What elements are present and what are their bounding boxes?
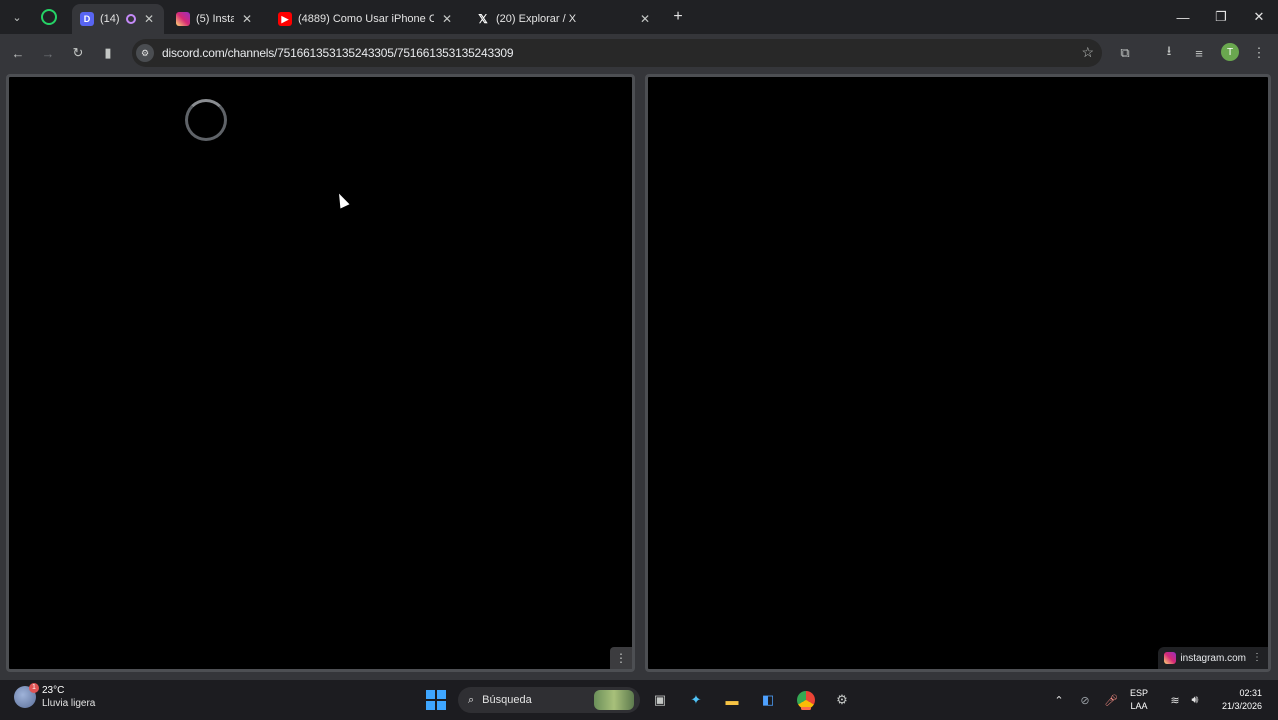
instagram-icon — [1164, 652, 1177, 664]
file-explorer-button[interactable]: ▬ — [720, 688, 744, 712]
speaker-icon: 🔊︎ — [1191, 693, 1199, 706]
tab-discord[interactable]: D (14) D ✕ — [72, 4, 164, 34]
close-window-button[interactable]: ✕ — [1240, 0, 1278, 34]
profile-avatar[interactable]: T — [1221, 43, 1239, 61]
close-tab-icon[interactable]: ✕ — [440, 12, 454, 26]
pane-origin-chip[interactable]: instagram.com ⋮ — [1158, 647, 1268, 669]
search-highlight-image — [594, 690, 634, 710]
arrow-left-icon: ← — [11, 45, 25, 61]
close-tab-icon[interactable]: ✕ — [142, 12, 156, 26]
reload-icon: ↻ — [72, 45, 84, 60]
puzzle-icon: ⧉ — [1120, 45, 1130, 60]
youtube-icon: ▶ — [278, 12, 292, 26]
x-icon: 𝕏 — [478, 12, 488, 26]
weather-widget[interactable]: 1 23°C Lluvia ligera — [14, 683, 96, 710]
rain-cloud-icon: 1 — [14, 683, 39, 708]
chevron-up-icon: ⌃ — [1054, 694, 1064, 707]
chrome-menu-button[interactable]: ⋮ — [1248, 42, 1270, 64]
browser-toolbar: ← → ↻ ▮ ⚙ discord.com/channels/751661353… — [0, 34, 1278, 72]
split-view-content: ⋮ instagram.com ⋮ — [0, 72, 1278, 680]
minimize-button[interactable]: — — [1164, 0, 1202, 34]
wifi-button[interactable]: ≋ — [1166, 680, 1184, 720]
mouse-cursor-icon — [334, 191, 350, 209]
microphone-button[interactable]: 🎤︎ — [1102, 680, 1120, 720]
windows-logo-icon — [426, 690, 446, 710]
app-button[interactable]: ◧ — [756, 688, 780, 712]
windows-taskbar: 1 23°C Lluvia ligera ⌕ Búsqueda ▣ ✦ ▬ ◧ … — [0, 680, 1278, 720]
system-clock[interactable]: 02:31 21/3/2026 — [1210, 687, 1262, 713]
pinned-tab-whatsapp[interactable] — [36, 6, 62, 28]
restore-button[interactable]: ❐ — [1202, 0, 1240, 34]
show-hidden-icons-button[interactable]: ⌃ — [1050, 680, 1068, 720]
settings-taskbar-button[interactable]: ⚙ — [830, 688, 854, 712]
arrow-right-icon: → — [41, 45, 55, 61]
folder-icon: ▬ — [725, 692, 739, 708]
tab-strip: ⌄ D (14) D ✕ (5) Instagram ✕ ▶ (4889) Co… — [0, 0, 1278, 34]
clock-time: 02:31 — [1239, 688, 1262, 698]
download-icon: ⭳ — [1166, 43, 1172, 58]
instagram-icon — [176, 12, 190, 26]
side-panel-icon: ▮ — [104, 45, 112, 60]
back-button[interactable]: ← — [7, 42, 29, 64]
tab-title: (4889) Como Usar iPhone Como — [298, 13, 434, 25]
media-controls-button[interactable]: ≡ — [1188, 42, 1210, 64]
weather-temp: 23°C — [42, 685, 65, 696]
url-text[interactable]: discord.com/channels/751661353135243305/… — [162, 46, 514, 60]
notification-badge: 1 — [29, 683, 39, 693]
close-tab-icon[interactable]: ✕ — [240, 12, 254, 26]
microphone-icon: 🎤︎ — [1104, 694, 1118, 707]
muted-camera-icon: ⊘ — [1080, 694, 1090, 707]
input-language[interactable]: ESP LAA — [1130, 687, 1148, 713]
tab-instagram[interactable]: (5) Instagram ✕ — [168, 4, 262, 34]
pane-origin-label: instagram.com — [1180, 652, 1246, 664]
wifi-icon: ≋ — [1170, 694, 1180, 707]
site-info-icon[interactable]: ⚙ — [136, 44, 154, 62]
gear-icon: ⚙ — [836, 692, 848, 707]
tab-title: (14) D — [100, 13, 120, 25]
copilot-icon: ✦ — [690, 692, 702, 707]
forward-button[interactable]: → — [37, 42, 59, 64]
app-icon: ◧ — [761, 692, 775, 707]
pane-menu-button[interactable]: ⋮ — [610, 647, 632, 669]
reload-button[interactable]: ↻ — [67, 42, 89, 64]
audio-indicator-icon[interactable] — [126, 14, 136, 24]
extensions-button[interactable]: ⧉ — [1114, 42, 1136, 64]
downloads-button[interactable]: ⭳ — [1158, 42, 1180, 64]
search-placeholder: Búsqueda — [482, 694, 532, 706]
tray-app-button[interactable]: ⊘ — [1076, 680, 1094, 720]
right-pane-instagram[interactable]: instagram.com ⋮ — [645, 74, 1271, 672]
tab-x[interactable]: 𝕏 (20) Explorar / X ✕ — [468, 4, 660, 34]
language-code: ESP — [1130, 688, 1149, 698]
task-view-button[interactable]: ▣ — [648, 688, 672, 712]
close-tab-icon[interactable]: ✕ — [638, 12, 652, 26]
left-pane-discord[interactable]: ⋮ — [6, 74, 635, 672]
bookmark-star-icon[interactable]: ☆ — [1081, 44, 1094, 61]
reading-mode-button[interactable]: ▮ — [97, 42, 119, 64]
tab-title: (5) Instagram — [196, 13, 234, 25]
chrome-taskbar-button[interactable] — [794, 688, 818, 712]
kebab-menu-icon: ⋮ — [1252, 45, 1266, 60]
pane-menu-icon[interactable]: ⋮ — [1252, 647, 1262, 669]
taskbar-search[interactable]: ⌕ Búsqueda — [458, 687, 640, 713]
weather-condition: Lluvia ligera — [42, 698, 96, 709]
new-tab-button[interactable]: + — [668, 7, 688, 27]
start-button[interactable] — [424, 688, 448, 712]
keyboard-layout: LAA — [1130, 701, 1148, 711]
volume-button[interactable]: 🔊︎ — [1186, 680, 1204, 720]
tab-search-button[interactable]: ⌄ — [6, 6, 28, 28]
tab-youtube[interactable]: ▶ (4889) Como Usar iPhone Como ✕ — [270, 4, 462, 34]
loading-spinner-icon — [185, 99, 227, 141]
search-icon: ⌕ — [468, 693, 475, 706]
task-view-icon: ▣ — [653, 692, 667, 707]
whatsapp-icon — [41, 9, 57, 25]
discord-icon: D — [80, 12, 94, 26]
address-bar[interactable]: ⚙ discord.com/channels/75166135313524330… — [132, 39, 1102, 67]
playlist-icon: ≡ — [1195, 45, 1203, 61]
clock-date: 21/3/2026 — [1221, 701, 1262, 711]
tab-title: (20) Explorar / X — [496, 13, 577, 25]
copilot-button[interactable]: ✦ — [684, 688, 708, 712]
